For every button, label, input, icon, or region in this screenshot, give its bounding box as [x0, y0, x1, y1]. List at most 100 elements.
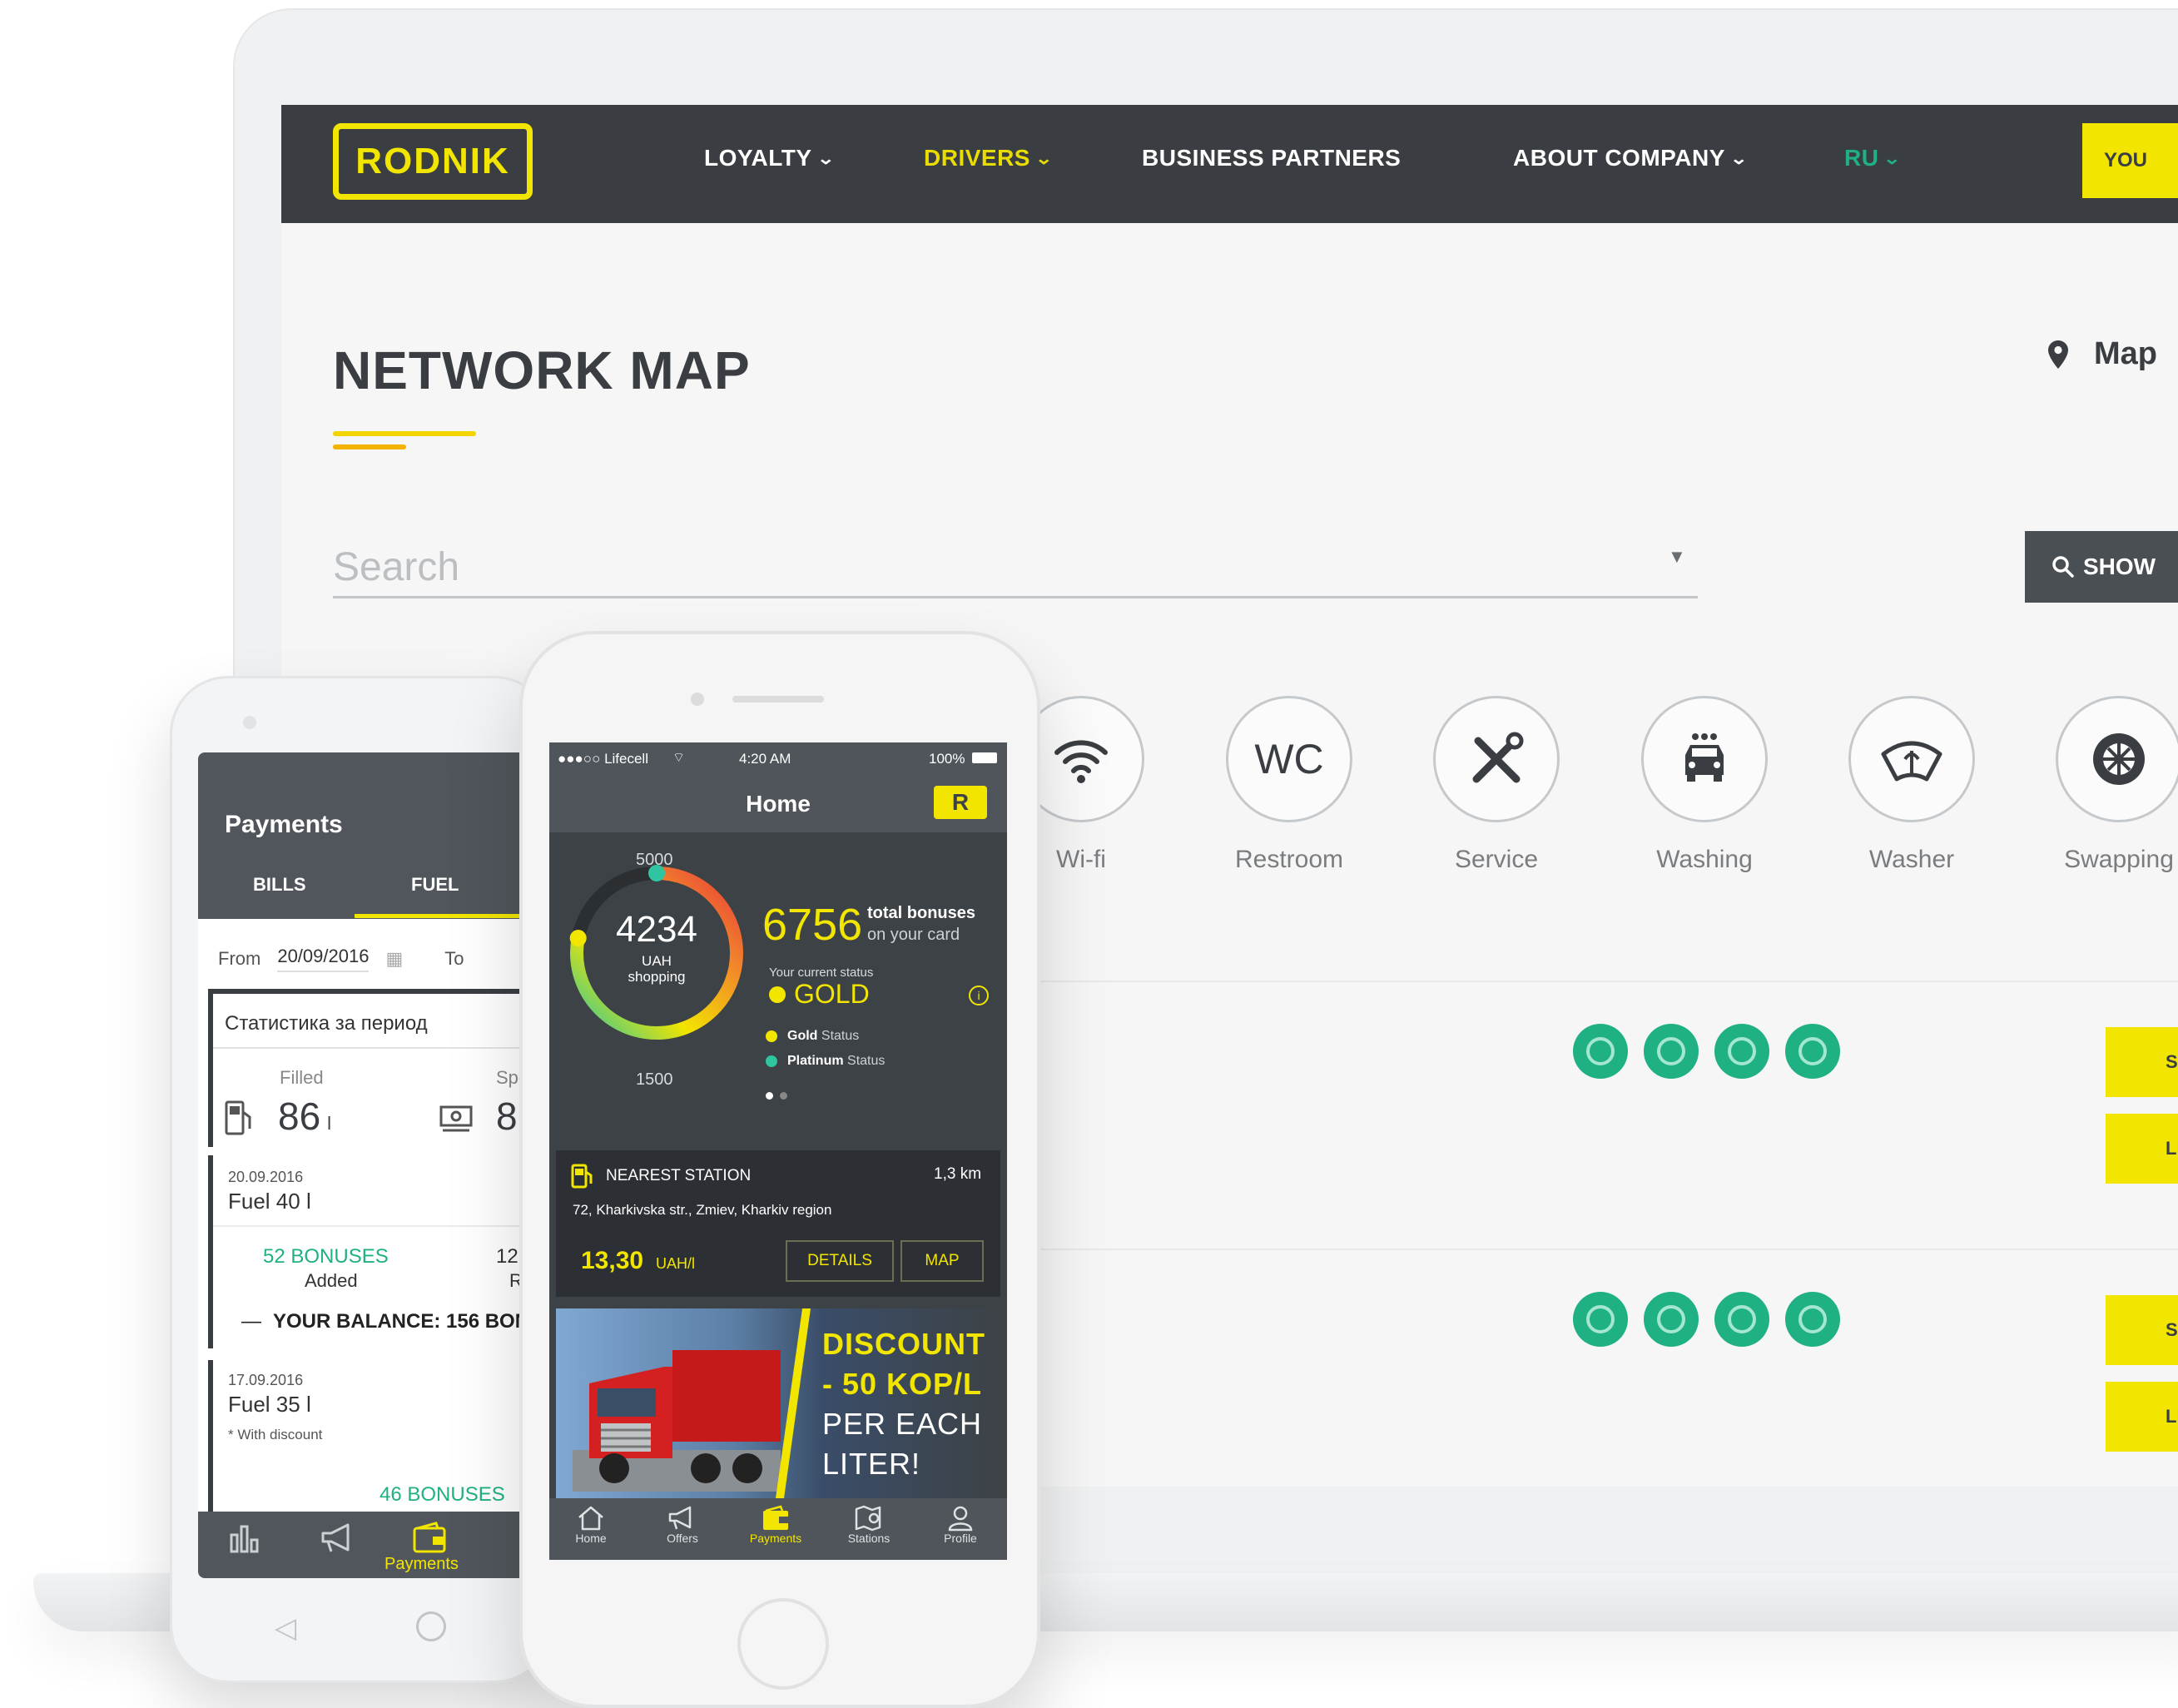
coffee-icon: [1714, 1292, 1769, 1347]
shop-icon: [1573, 1292, 1628, 1347]
home-circle-icon[interactable]: [416, 1611, 446, 1641]
search-input[interactable]: Search: [333, 538, 1698, 598]
nearest-station-card[interactable]: NEAREST STATION 1,3 km 72, Kharkivska st…: [556, 1150, 1000, 1297]
site-logo[interactable]: RODNIK: [333, 123, 533, 200]
gauge-min-label: 1500: [636, 1070, 673, 1089]
coffee-icon: [1714, 1024, 1769, 1079]
map-toggle-label: Map: [2094, 336, 2157, 371]
entry-fuel: Fuel 40 l: [228, 1189, 311, 1214]
iphone-home-button[interactable]: [737, 1598, 829, 1690]
divider: [213, 1047, 548, 1049]
tire-icon: [1785, 1292, 1840, 1347]
carrier: ●●●○○ Lifecell: [558, 751, 648, 767]
gauge-center-value: 4234: [616, 909, 697, 950]
wallet-icon: [763, 1505, 788, 1530]
station-learn-button[interactable]: LE: [2106, 1382, 2178, 1452]
user-icon: [948, 1506, 973, 1532]
title-underline: [333, 444, 406, 449]
show-button[interactable]: SHOW: [2025, 531, 2178, 603]
gauge-center-unit: UAH: [642, 953, 672, 969]
balance-line: — YOUR BALANCE: 156 BON: [241, 1310, 530, 1333]
battery-percent: 100%: [929, 751, 965, 767]
tab-profile[interactable]: Profile: [919, 1505, 1002, 1545]
legend-platinum: Platinum Status: [766, 1054, 885, 1069]
calendar-icon[interactable]: ▦: [385, 948, 403, 970]
nav-about-company[interactable]: ABOUT COMPANY ⌄: [1513, 145, 1749, 171]
nav-bar: Home R: [549, 774, 1007, 832]
android-bottom-nav: Payments: [198, 1512, 548, 1578]
caret-down-icon[interactable]: ▼: [1668, 546, 1686, 568]
back-icon[interactable]: ◁: [275, 1611, 296, 1645]
gold-medal-icon: [769, 986, 786, 1003]
nav-language[interactable]: RU ⌄: [1844, 145, 1903, 171]
from-label: From: [218, 948, 261, 969]
megaphone-icon[interactable]: [320, 1522, 358, 1562]
chevron-down-icon: ⌄: [816, 149, 836, 168]
tab-stations[interactable]: Stations: [827, 1505, 910, 1545]
nav-label: BUSINESS PARTNERS: [1142, 145, 1402, 171]
money-icon: [439, 1105, 473, 1138]
amenity-label: Washing: [1656, 846, 1753, 873]
battery-icon: [972, 752, 997, 763]
tab-home[interactable]: Home: [549, 1505, 633, 1545]
title-underline: [333, 431, 476, 436]
promo-line-2: - 50 KOP/L: [822, 1367, 983, 1401]
stats-icon[interactable]: [228, 1522, 261, 1562]
station-select-button[interactable]: S: [2106, 1027, 2178, 1097]
windshield-washer-icon: [1848, 696, 1975, 822]
nav-loyalty[interactable]: LOYALTY ⌄: [704, 145, 836, 171]
map-view-toggle[interactable]: Map: [2047, 336, 2157, 372]
entry-date: 20.09.2016: [228, 1169, 304, 1185]
map-button[interactable]: MAP: [900, 1240, 984, 1282]
bonuses-added-sub: Added: [305, 1270, 358, 1291]
wifi-icon: [1644, 1024, 1699, 1079]
amenity-filter-swapping[interactable]: Swapping: [2015, 696, 2178, 874]
promo-stripe: [775, 1308, 811, 1498]
promo-banner[interactable]: DISCOUNT - 50 KOP/L PER EACH LITER!: [556, 1308, 1000, 1498]
amenity-filter-washing[interactable]: Washing: [1600, 696, 1808, 874]
amenity-filter-washer[interactable]: Washer: [1808, 696, 2016, 874]
status-level: GOLD: [769, 979, 870, 1010]
show-button-label: SHOW: [2083, 554, 2156, 579]
to-label: To: [444, 948, 464, 969]
fuel-pump-icon: [225, 1100, 255, 1139]
entry-note: * With discount: [228, 1427, 323, 1442]
from-date-field[interactable]: 20/09/2016: [277, 946, 370, 972]
map-pin-icon: [855, 1505, 881, 1532]
list-item[interactable]: 17.09.2016 Fuel 35 l * With discount 46 …: [208, 1360, 548, 1512]
fuel-price-unit: UAH/l: [656, 1255, 696, 1272]
total-bonuses-value: 6756: [762, 900, 863, 950]
amenity-filter-restroom[interactable]: WC Restroom: [1185, 696, 1393, 874]
chevron-down-icon: ⌄: [1883, 149, 1903, 168]
filled-label: Filled: [280, 1067, 324, 1088]
nav-drivers[interactable]: DRIVERS ⌄: [924, 145, 1054, 171]
megaphone-icon: [668, 1506, 692, 1530]
promo-line-3: PER EACH: [822, 1407, 983, 1441]
nav-business-partners[interactable]: BUSINESS PARTNERS: [1142, 145, 1401, 171]
station-select-button[interactable]: S: [2106, 1295, 2178, 1365]
list-item[interactable]: 20.09.2016 Fuel 40 l 52 BONUSES Added 12…: [208, 1155, 548, 1348]
tab-offers[interactable]: Offers: [641, 1505, 724, 1545]
date-filter: From 20/09/2016 ▦ To: [218, 946, 464, 972]
station-learn-button[interactable]: LE: [2106, 1114, 2178, 1184]
chevron-down-icon: ⌄: [1034, 149, 1054, 168]
rodnik-card-badge[interactable]: R: [934, 786, 987, 819]
tab-payments[interactable]: Payments: [734, 1505, 817, 1545]
cabinet-button[interactable]: YOU: [2082, 123, 2178, 198]
screen-title: Payments: [225, 811, 343, 838]
chevron-down-icon: ⌄: [1729, 149, 1749, 168]
ios-tab-bar: Home Offers Payments Stations Profile: [549, 1498, 1007, 1560]
info-icon[interactable]: i: [969, 986, 989, 1005]
stats-title: Статистика за период: [225, 1012, 428, 1035]
page-indicator[interactable]: [766, 1092, 787, 1100]
payments-header: Payments BILLS FUEL: [198, 752, 548, 919]
amenity-label: Wi-fi: [1056, 846, 1106, 873]
home-icon: [578, 1506, 603, 1531]
filled-value: 86 l: [278, 1095, 332, 1138]
wifi-icon: ⌔: [672, 751, 686, 765]
iphone-camera: [691, 693, 704, 706]
amenity-filter-service[interactable]: Service: [1392, 696, 1600, 874]
details-button[interactable]: DETAILS: [786, 1240, 894, 1282]
tab-fuel[interactable]: FUEL: [411, 874, 459, 896]
tab-bills[interactable]: BILLS: [253, 874, 306, 896]
